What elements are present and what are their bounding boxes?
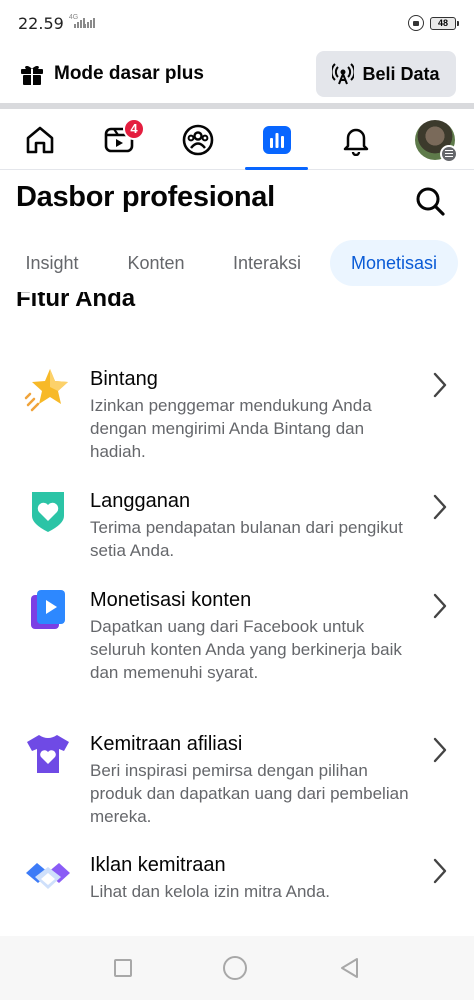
tab-interaksi-label: Interaksi xyxy=(232,252,302,273)
buy-data-label: Beli Data xyxy=(362,63,440,84)
feature-item-iklan-kemitraan[interactable]: Iklan kemitraan Lihat dan kelola izin mi… xyxy=(0,850,474,920)
tab-insight-label: Insight xyxy=(25,252,79,273)
battery-icon: 48 xyxy=(430,16,459,30)
feature-title: Bintang xyxy=(90,368,158,390)
feature-description: Terima pendapatan bulanan dari pengikut … xyxy=(90,518,403,560)
handshake-icon xyxy=(22,850,74,900)
tab-interaksi[interactable]: Interaksi xyxy=(208,240,326,286)
feature-item-kemitraan-afiliasi[interactable]: Kemitraan afiliasi Beri inspirasi pemirs… xyxy=(0,729,474,850)
tab-monetisasi-label: Monetisasi xyxy=(350,252,438,273)
battery-level: 48 xyxy=(437,18,448,28)
home-icon xyxy=(26,126,53,153)
feature-list: Bintang Izinkan penggemar mendukung Anda… xyxy=(0,364,474,920)
banner-divider xyxy=(0,103,474,109)
feature-title: Monetisasi konten xyxy=(90,589,252,611)
section-heading: Fitur Anda xyxy=(16,292,136,312)
profile-avatar xyxy=(414,119,458,163)
recent-apps-icon[interactable] xyxy=(113,959,132,977)
shirt-heart-icon xyxy=(22,729,74,779)
feature-description: Dapatkan uang dari Facebook untuk seluru… xyxy=(90,617,402,682)
tab-konten[interactable]: Konten xyxy=(104,240,208,286)
search-button[interactable] xyxy=(412,183,448,219)
rotation-lock-icon xyxy=(408,15,424,31)
dashboard-icon xyxy=(262,125,291,154)
chevron-right-icon xyxy=(433,737,447,763)
gift-icon xyxy=(21,65,43,85)
chevron-right-icon xyxy=(433,494,447,520)
search-icon xyxy=(416,187,445,216)
data-mode-banner: Mode dasar plus Beli Data xyxy=(0,46,474,102)
feature-item-monetisasi-konten[interactable]: Monetisasi konten Dapatkan uang dari Fac… xyxy=(0,585,474,729)
feature-title: Langganan xyxy=(90,490,191,512)
tab-konten-label: Konten xyxy=(127,252,185,273)
signal-strength-icon-2 xyxy=(84,18,96,28)
nav-profile[interactable] xyxy=(395,110,474,170)
broadcast-icon xyxy=(332,63,355,85)
status-time: 22.59 xyxy=(18,13,64,33)
dashboard-tabs: Insight Konten Interaksi Monetisasi xyxy=(0,238,474,288)
feature-title: Kemitraan afiliasi xyxy=(90,733,243,755)
buy-data-button[interactable]: Beli Data xyxy=(316,51,456,97)
network-type-label: 4G xyxy=(68,13,79,21)
chevron-right-icon xyxy=(433,858,447,884)
feature-description: Lihat dan kelola izin mitra Anda. xyxy=(90,882,331,901)
feature-title: Iklan kemitraan xyxy=(90,854,226,876)
video-notification-badge: 4 xyxy=(123,117,145,140)
home-button-icon[interactable] xyxy=(222,956,247,980)
nav-home[interactable] xyxy=(0,110,79,170)
top-navigation: 4 xyxy=(0,110,474,170)
bell-icon xyxy=(343,128,368,156)
chevron-right-icon xyxy=(433,372,447,398)
tab-monetisasi[interactable]: Monetisasi xyxy=(330,240,458,286)
back-icon[interactable] xyxy=(338,956,360,980)
section-heading-clip: Fitur Anda xyxy=(0,292,474,322)
feature-description: Beri inspirasi pemirsa dengan pilihan pr… xyxy=(90,761,409,826)
feature-item-langganan[interactable]: Langganan Terima pendapatan bulanan dari… xyxy=(0,486,474,585)
status-bar: 22.59 4G 48 xyxy=(0,0,474,46)
nav-video[interactable]: 4 xyxy=(79,110,158,170)
groups-icon xyxy=(182,124,213,155)
nav-notifications[interactable] xyxy=(316,110,395,170)
tab-insight[interactable]: Insight xyxy=(0,240,104,286)
feature-item-bintang[interactable]: Bintang Izinkan penggemar mendukung Anda… xyxy=(0,364,474,486)
feature-description: Izinkan penggemar mendukung Anda dengan … xyxy=(90,396,372,461)
star-icon xyxy=(22,364,74,414)
video-play-icon xyxy=(22,585,74,635)
mode-label: Mode dasar plus xyxy=(54,63,204,84)
chevron-right-icon xyxy=(433,593,447,619)
menu-icon xyxy=(439,144,458,163)
system-navigation-bar xyxy=(0,936,474,1000)
nav-groups[interactable] xyxy=(158,110,237,170)
subscription-heart-icon xyxy=(22,486,74,536)
nav-dashboard[interactable] xyxy=(237,110,316,170)
page-title: Dasbor profesional xyxy=(16,181,275,213)
